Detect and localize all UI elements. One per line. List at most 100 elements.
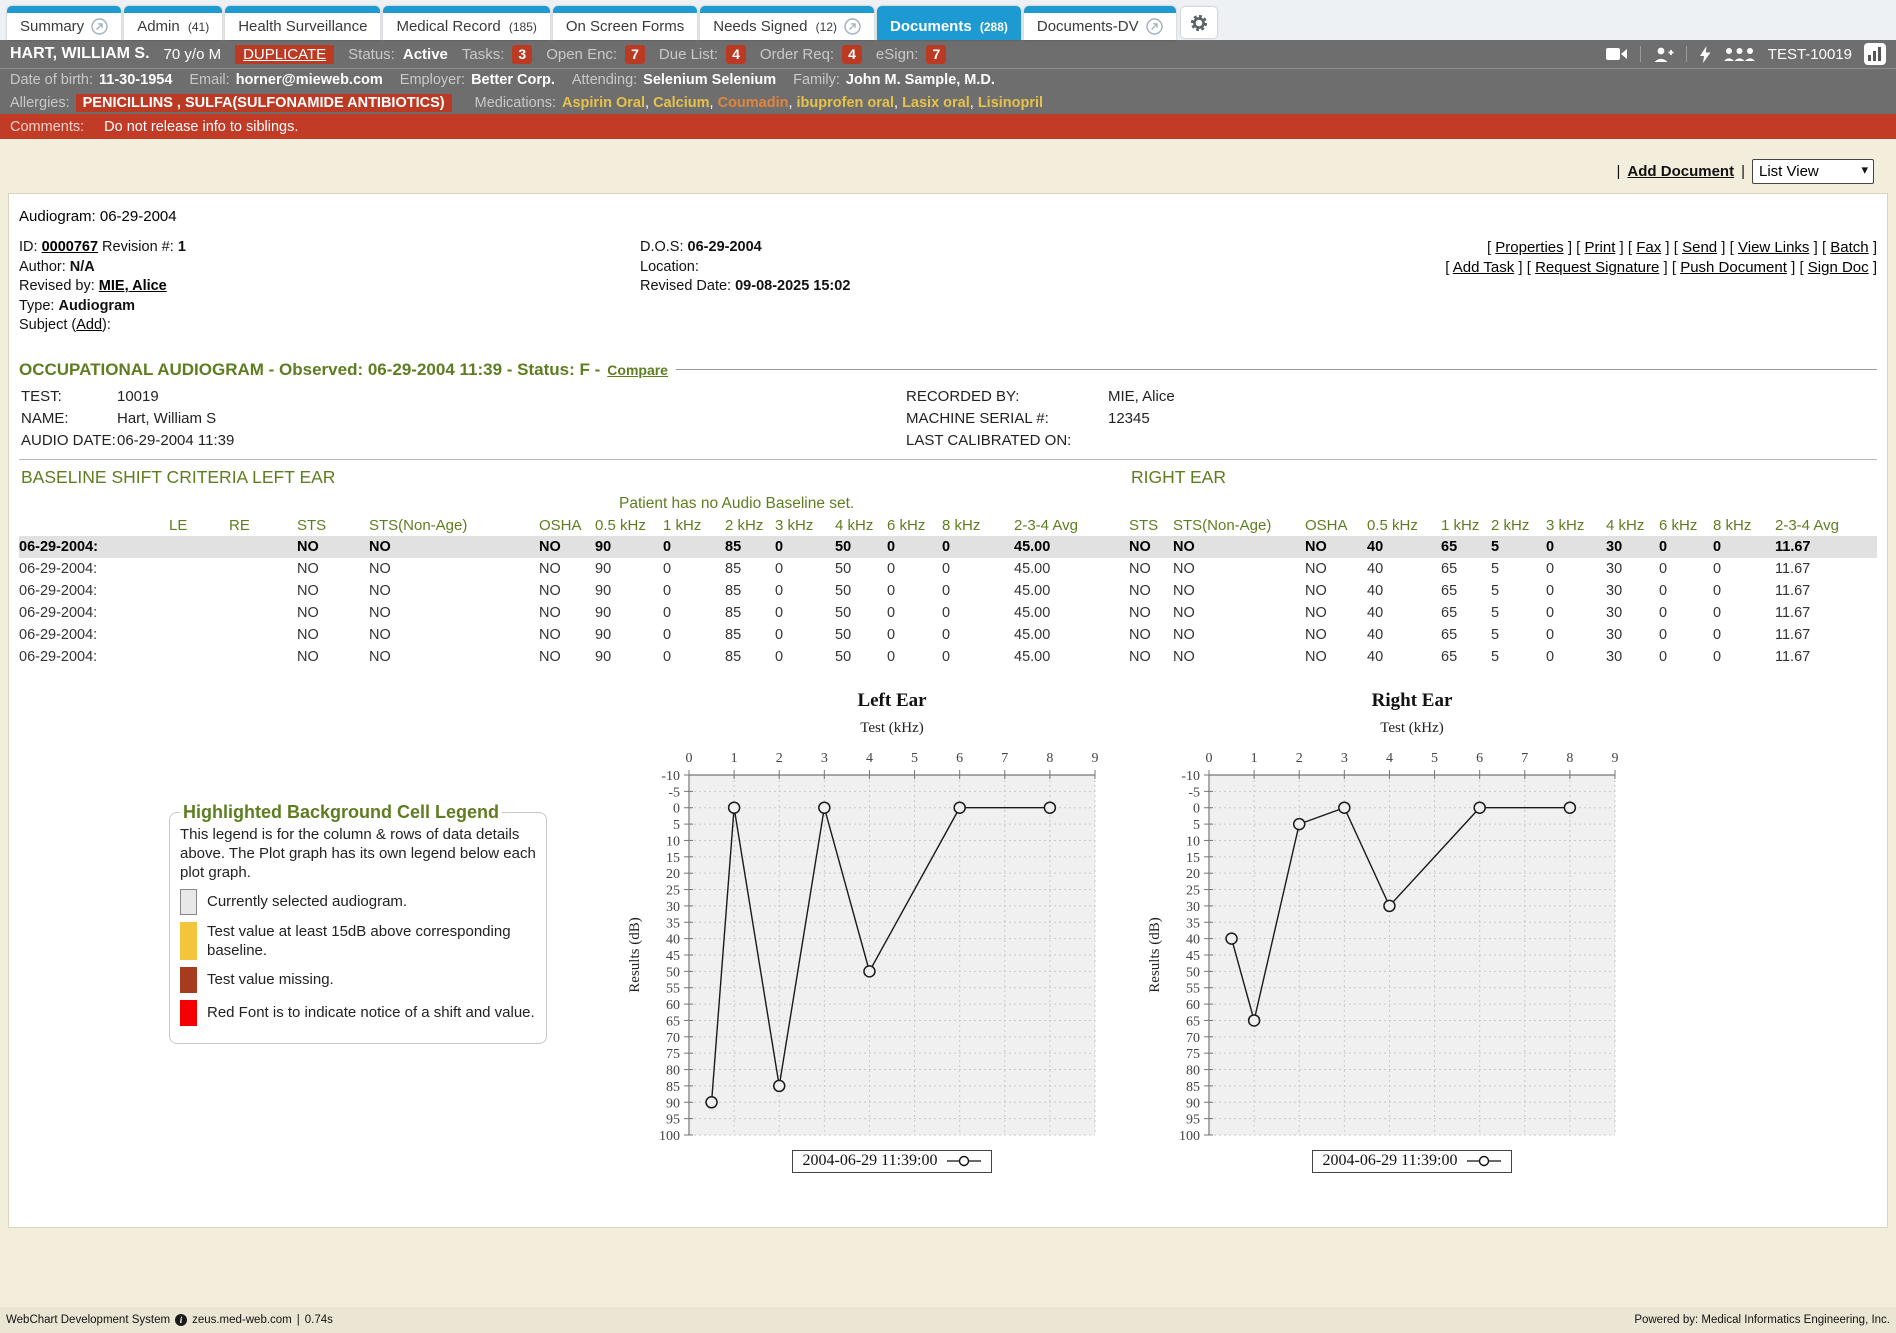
batch-link[interactable]: Batch (1830, 239, 1868, 256)
svg-text:70: 70 (666, 1030, 680, 1045)
patient-name[interactable]: HART, WILLIAM S. (10, 45, 150, 63)
audiogram-row[interactable]: 06-29-2004:NONONO900850500045.00NONONO40… (19, 558, 1877, 580)
care-team-icon[interactable] (1723, 47, 1756, 62)
col-header-4-khz: 4 kHz (1606, 515, 1659, 536)
medication-coumadin[interactable]: Coumadin (718, 95, 789, 111)
svg-text:2: 2 (776, 751, 783, 766)
tab-medical-record[interactable]: Medical Record (185) (383, 6, 549, 40)
popup-arrow-icon[interactable] (91, 18, 108, 35)
quick-actions-icon[interactable] (1699, 46, 1711, 63)
medication-calcium[interactable]: Calcium (653, 95, 709, 111)
tabs-container: SummaryAdmin (41)Health SurveillanceMedi… (7, 6, 1176, 40)
subject-add-link[interactable]: Add (76, 317, 102, 333)
col-header-0-5-khz: 0.5 kHz (595, 515, 663, 536)
audiogram-row[interactable]: 06-29-2004:NONONO900850500045.00NONONO40… (19, 536, 1877, 558)
view-links-link[interactable]: View Links (1738, 239, 1809, 256)
tab-health-surveillance[interactable]: Health Surveillance (225, 6, 380, 40)
view-select[interactable]: List View (1752, 159, 1874, 184)
document-id-link[interactable]: 0000767 (42, 239, 98, 255)
section-rule (676, 369, 1877, 370)
tab-documents[interactable]: Documents (288) (877, 6, 1021, 40)
properties-link[interactable]: Properties (1495, 239, 1563, 256)
medication-aspirin-oral[interactable]: Aspirin Oral (562, 95, 645, 111)
audiogram-row[interactable]: 06-29-2004:NONONO900850500045.00NONONO40… (19, 646, 1877, 668)
tab-summary[interactable]: Summary (7, 6, 121, 40)
settings-tab[interactable] (1181, 7, 1217, 38)
svg-text:5: 5 (1431, 751, 1438, 766)
audiogram-row[interactable]: 06-29-2004:NONONO900850500045.00NONONO40… (19, 602, 1877, 624)
audiogram-chart-icon[interactable] (1864, 43, 1886, 65)
svg-text:75: 75 (666, 1047, 680, 1062)
svg-text:5: 5 (673, 818, 680, 833)
recorded-by-value: MIE, Alice (1108, 388, 1877, 405)
dos-label: D.O.S: (640, 239, 684, 255)
email-value[interactable]: horner@mieweb.com (236, 72, 383, 88)
col-header-empty (19, 515, 169, 536)
medication-lasix-oral[interactable]: Lasix oral (902, 95, 970, 111)
sign-doc-link[interactable]: Sign Doc (1808, 259, 1869, 276)
popup-arrow-icon[interactable] (844, 18, 861, 35)
svg-text:10: 10 (1186, 834, 1200, 849)
svg-text:2: 2 (1296, 751, 1303, 766)
divider (1686, 46, 1687, 62)
info-icon[interactable]: i (175, 1314, 187, 1326)
tasks-count-badge[interactable]: 3 (512, 45, 532, 64)
patient-summary-row: HART, WILLIAM S. 70 y/o M DUPLICATE Stat… (0, 40, 1896, 69)
due-list-label: Due List: (659, 46, 718, 63)
esign-count-badge[interactable]: 7 (926, 45, 946, 64)
medication-ibuprofen-oral[interactable]: ibuprofen oral (797, 95, 894, 111)
tab-bar: SummaryAdmin (41)Health SurveillanceMedi… (0, 0, 1896, 40)
compare-link[interactable]: Compare (607, 362, 668, 378)
print-link[interactable]: Print (1585, 239, 1616, 256)
comments-label: Comments: (10, 119, 84, 135)
svg-text:0: 0 (1206, 751, 1213, 766)
col-header-1-khz: 1 kHz (663, 515, 725, 536)
send-link[interactable]: Send (1682, 239, 1717, 256)
due-list-count-badge[interactable]: 4 (726, 45, 746, 64)
comments-text: Do not release info to siblings. (104, 119, 298, 135)
audiogram-row[interactable]: 06-29-2004:NONONO900850500045.00NONONO40… (19, 580, 1877, 602)
audiogram-row[interactable]: 06-29-2004:NONONO900850500045.00NONONO40… (19, 624, 1877, 646)
allergies-medications-row: Allergies: PENICILLINS , SULFA(SULFONAMI… (0, 91, 1896, 114)
plot-legend: 2004-06-29 11:39:00 (1312, 1150, 1513, 1173)
add-task-link[interactable]: Add Task (1453, 259, 1514, 276)
add-person-icon[interactable] (1653, 46, 1674, 63)
tab-needs-signed[interactable]: Needs Signed (12) (700, 6, 874, 40)
tab-admin[interactable]: Admin (41) (124, 6, 222, 40)
svg-text:5: 5 (911, 751, 918, 766)
footer-app-name: WebChart Development System (6, 1314, 170, 1326)
subject-label: Subject ( (19, 317, 76, 333)
svg-text:Right Ear: Right Ear (1372, 690, 1453, 711)
svg-text:-5: -5 (1188, 785, 1200, 800)
add-document-link[interactable]: Add Document (1627, 163, 1734, 180)
fax-link[interactable]: Fax (1636, 239, 1661, 256)
svg-text:65: 65 (1186, 1014, 1200, 1029)
view-select-wrap: List View (1752, 159, 1874, 184)
svg-text:Test (kHz): Test (kHz) (1380, 720, 1444, 736)
tab-documents-dv[interactable]: Documents-DV (1024, 6, 1176, 40)
request-signature-link[interactable]: Request Signature (1535, 259, 1659, 276)
doc-id-label: ID: (19, 239, 38, 255)
allergies-badge[interactable]: PENICILLINS , SULFA(SULFONAMIDE ANTIBIOT… (76, 94, 452, 112)
order-req-count-badge[interactable]: 4 (842, 45, 862, 64)
series-marker-icon (947, 1155, 981, 1167)
open-enc-label: Open Enc: (546, 46, 617, 63)
doc-actions-row2: [ Add Task ] [ Request Signature ] [ Pus… (1445, 258, 1877, 278)
revision-label: Revision #: (102, 239, 174, 255)
tab-on-screen-forms[interactable]: On Screen Forms (553, 6, 697, 40)
subject-suffix: ): (102, 317, 111, 333)
charts-row: Highlighted Background Cell Legend This … (19, 680, 1877, 1173)
video-call-icon[interactable] (1606, 46, 1628, 62)
open-enc-count-badge[interactable]: 7 (625, 45, 645, 64)
pipe: | (297, 1314, 300, 1326)
svg-text:50: 50 (666, 965, 680, 980)
svg-text:15: 15 (1186, 850, 1200, 865)
duplicate-badge[interactable]: DUPLICATE (235, 45, 334, 64)
medication-lisinopril[interactable]: Lisinopril (978, 95, 1043, 111)
tasks-label: Tasks: (462, 46, 505, 63)
left-ear-chart: 0123456789-10-50510152025303540455055606… (619, 680, 1139, 1173)
popup-arrow-icon[interactable] (1146, 18, 1163, 35)
revised-by-link[interactable]: MIE, Alice (99, 278, 167, 294)
push-document-link[interactable]: Push Document (1680, 259, 1787, 276)
svg-text:-5: -5 (668, 785, 680, 800)
